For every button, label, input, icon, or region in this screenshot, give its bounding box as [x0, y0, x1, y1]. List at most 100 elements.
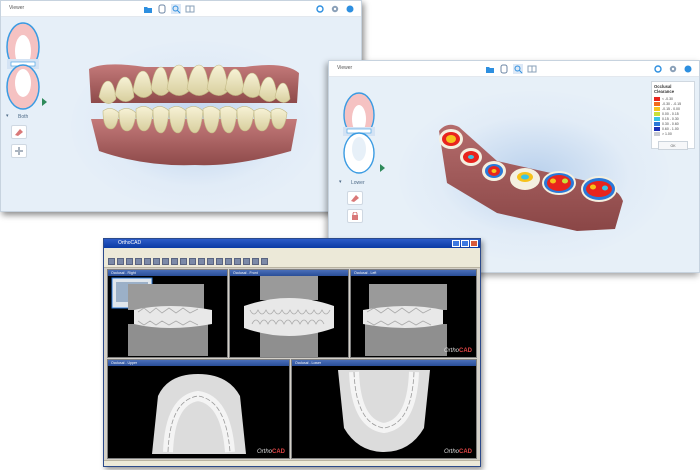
legend-title: Occlusal Clearance	[654, 84, 675, 94]
occlusal-clearance-model[interactable]	[437, 121, 627, 233]
help-icon[interactable]	[683, 64, 693, 74]
window-title: Viewer	[9, 5, 25, 11]
pane-title: Occlusal - Right	[111, 271, 136, 275]
dental-model-right-view	[111, 277, 212, 356]
window-title: OrthoCAD	[118, 240, 142, 246]
logo-prefix: Ortho	[443, 449, 459, 455]
pane-title: Occlusal - Left	[354, 271, 377, 275]
refresh-icon[interactable]	[315, 4, 325, 14]
bite-button[interactable]	[347, 191, 363, 205]
view-pane-upper[interactable]: Occlusal - Upper OrthoCAD	[107, 359, 290, 459]
bite-icon	[15, 129, 23, 136]
ruler-icon[interactable]	[216, 258, 223, 265]
window-titlebar: OrthoCAD	[104, 239, 480, 248]
pan-icon[interactable]	[162, 258, 169, 265]
folder-icon[interactable]	[143, 4, 153, 14]
legend-value: > 1.00	[662, 131, 672, 136]
refresh-icon[interactable]	[653, 64, 663, 74]
settings-icon[interactable]	[668, 64, 678, 74]
new-icon[interactable]	[108, 258, 115, 265]
orthocad-logo: OrthoCAD	[444, 348, 472, 354]
legend-swatch	[654, 131, 660, 136]
zoom-icon[interactable]	[171, 4, 181, 14]
zoom-icon[interactable]	[513, 64, 523, 74]
zoom-icon[interactable]	[171, 258, 178, 265]
orthocad-logo: OrthoCAD	[444, 449, 472, 455]
legend-swatch	[654, 106, 660, 111]
arch-dropdown-icon[interactable]: ▾	[6, 113, 9, 119]
measure-icon[interactable]	[144, 258, 151, 265]
view-pane-front[interactable]: Occlusal - Front	[229, 269, 349, 358]
dental-model-upper-arch	[152, 374, 246, 454]
view-icon[interactable]	[499, 64, 509, 74]
bite-icon	[351, 195, 359, 202]
bite-button[interactable]	[11, 125, 27, 139]
arch-button[interactable]	[347, 209, 363, 223]
legend-swatch	[654, 116, 660, 121]
legend-ok-button[interactable]: OK	[658, 141, 688, 150]
view-pane-right[interactable]: Occlusal - Right	[107, 269, 228, 358]
dental-model-front-view	[244, 276, 334, 357]
legend-value: -0.15 - 0.00	[662, 106, 680, 111]
top-view-icon[interactable]	[198, 258, 205, 265]
layout-icon[interactable]	[185, 4, 195, 14]
info-icon[interactable]	[261, 258, 268, 265]
legend-value: 0.00 - 0.15	[662, 111, 679, 116]
legend-value: < -0.30	[662, 96, 673, 101]
print-icon[interactable]	[135, 258, 142, 265]
window-controls	[452, 240, 478, 247]
window-title: Viewer	[337, 65, 353, 71]
maximize-button[interactable]	[461, 240, 469, 247]
minimize-button[interactable]	[452, 240, 460, 247]
view-icon[interactable]	[157, 4, 167, 14]
front-view-icon[interactable]	[180, 258, 187, 265]
pane-title: Occlusal - Upper	[111, 361, 138, 365]
lock-icon	[352, 212, 358, 220]
logo-suffix: CAD	[459, 449, 472, 455]
grid-button[interactable]	[11, 144, 27, 158]
dental-model-lower-arch	[338, 370, 430, 452]
legend-swatch	[654, 111, 660, 116]
legend-rows: < -0.30 -0.30 - -0.15 -0.15 - 0.00 0.00 …	[654, 96, 692, 136]
orthocad-logo: OrthoCAD	[257, 449, 285, 455]
main-toolbar	[104, 256, 480, 268]
folder-icon[interactable]	[485, 64, 495, 74]
full-dentition-model[interactable]	[85, 59, 303, 169]
help-icon[interactable]	[345, 4, 355, 14]
arrow-right-icon[interactable]	[41, 97, 49, 107]
menu-bar	[104, 248, 480, 256]
settings-icon[interactable]	[330, 4, 340, 14]
cross-icon	[15, 147, 23, 155]
close-button[interactable]	[470, 240, 478, 247]
settings-icon[interactable]	[252, 258, 259, 265]
help-icon[interactable]	[243, 258, 250, 265]
viewer-window-both: Viewer ▾ Both	[0, 0, 362, 212]
bottom-view-icon[interactable]	[207, 258, 214, 265]
dental-model-left-view	[363, 284, 447, 356]
arch-dropdown-icon[interactable]: ▾	[339, 179, 342, 185]
window-titlebar: Viewer	[329, 61, 699, 77]
logo-prefix: Ortho	[443, 348, 459, 354]
save-icon[interactable]	[126, 258, 133, 265]
side-view-icon[interactable]	[189, 258, 196, 265]
open-icon[interactable]	[117, 258, 124, 265]
legend-swatch	[654, 121, 660, 126]
logo-suffix: CAD	[272, 449, 285, 455]
grid-icon[interactable]	[225, 258, 232, 265]
arrow-right-icon[interactable]	[379, 163, 387, 173]
arch-selector[interactable]	[337, 91, 383, 177]
viewer-toolbar	[485, 63, 537, 75]
logo-prefix: Ortho	[256, 449, 272, 455]
view-pane-lower[interactable]: Occlusal - Lower OrthoCAD	[291, 359, 477, 459]
legend-swatch	[654, 126, 660, 131]
window-controls	[315, 3, 355, 15]
legend-value: -0.30 - -0.15	[662, 101, 682, 106]
rotate-icon[interactable]	[153, 258, 160, 265]
layout-icon[interactable]	[234, 258, 241, 265]
legend-value: 0.15 - 0.30	[662, 116, 679, 121]
arch-label: Both	[18, 114, 29, 120]
layout-icon[interactable]	[527, 64, 537, 74]
window-controls	[653, 63, 693, 75]
view-pane-left[interactable]: Occlusal - Left OrthoCAD	[350, 269, 477, 358]
legend-row: > 1.00	[654, 131, 692, 136]
